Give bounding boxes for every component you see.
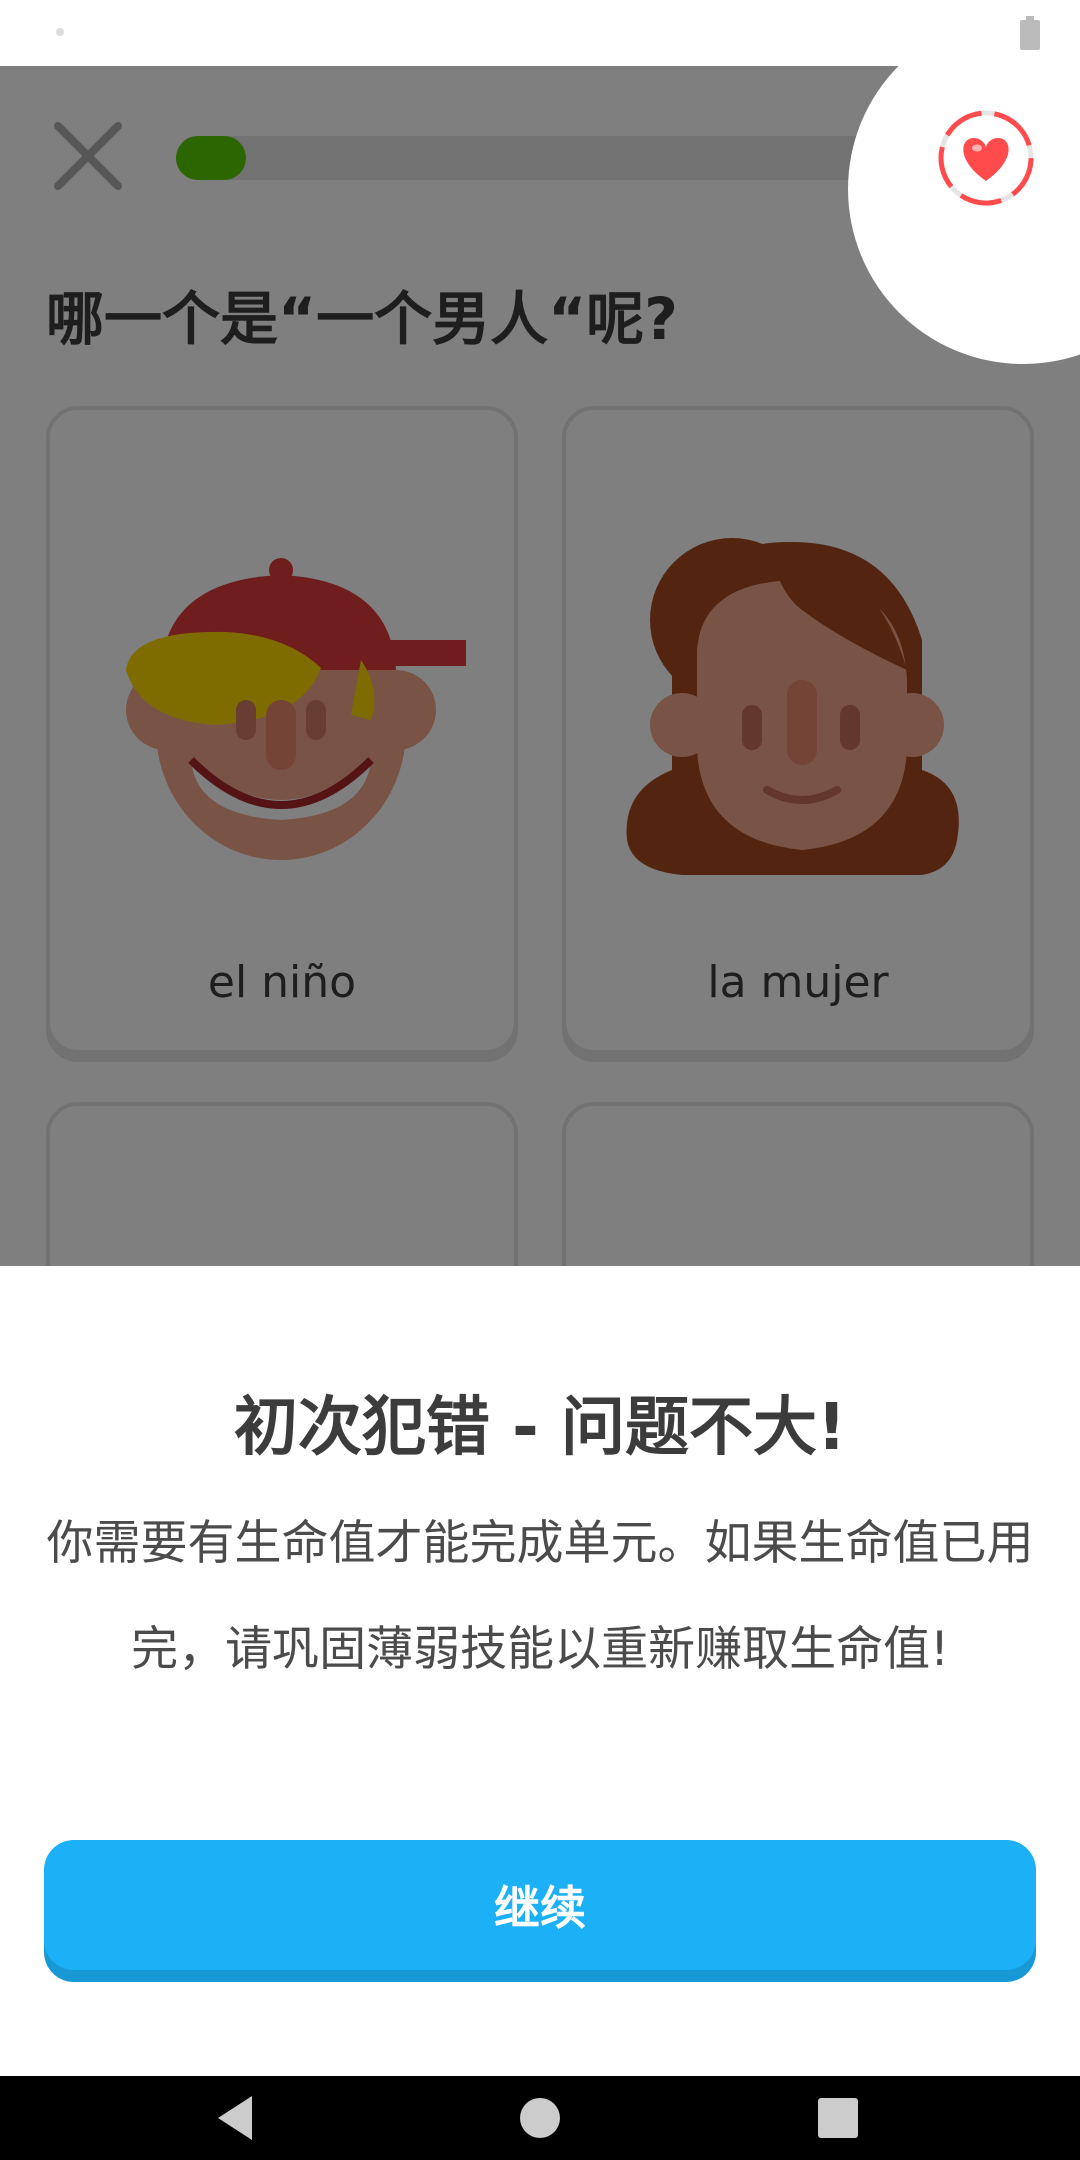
heart-icon	[938, 110, 1034, 206]
status-bar	[0, 0, 1080, 66]
home-icon[interactable]	[490, 2076, 590, 2160]
notification-dot-icon	[56, 28, 64, 36]
sheet-title: 初次犯错 - 问题不大!	[233, 1391, 847, 1465]
continue-button[interactable]: 继续	[44, 1840, 1036, 1970]
lesson-screen: 哪一个是“一个男人“呢? el niño	[0, 66, 1080, 2076]
battery-icon	[1020, 16, 1040, 50]
back-icon[interactable]	[190, 2076, 290, 2160]
feedback-sheet: 初次犯错 - 问题不大! 你需要有生命值才能完成单元。如果生命值已用完，请巩固薄…	[0, 1266, 1080, 2076]
system-nav-bar	[0, 2076, 1080, 2160]
recents-icon[interactable]	[788, 2076, 888, 2160]
sheet-body: 你需要有生命值才能完成单元。如果生命值已用完，请巩固薄弱技能以重新赚取生命值!	[46, 1516, 1034, 1677]
